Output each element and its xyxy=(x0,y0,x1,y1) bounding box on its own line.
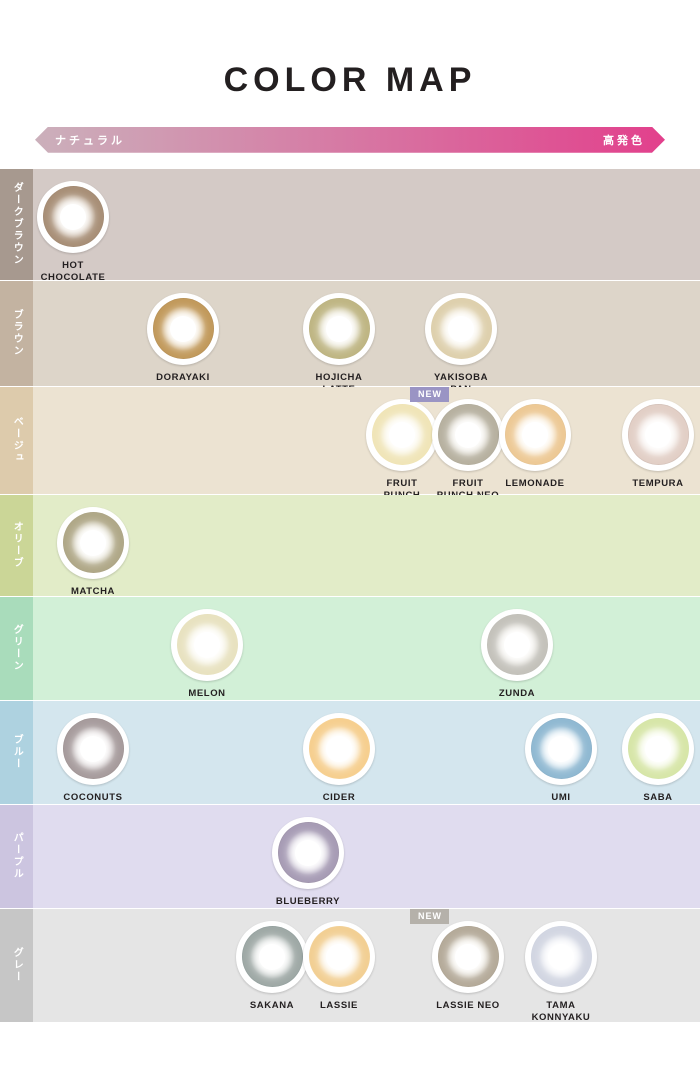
color-row: パープル BLUEBERRY JAM xyxy=(0,804,700,919)
lens-thumbnail[interactable] xyxy=(303,292,375,365)
lens-thumbnail[interactable] xyxy=(499,398,571,471)
lens-item[interactable]: ZUNDA MOCHI xyxy=(465,608,569,712)
lens-iris-icon xyxy=(530,718,592,780)
lens-thumbnail[interactable] xyxy=(57,712,129,785)
lens-name: LASSIE xyxy=(320,999,358,1011)
lens-thumbnail[interactable] xyxy=(525,712,597,785)
lens-thumbnail[interactable] xyxy=(303,920,375,993)
color-row: ダークブラウン HOT CHOCOLATE xyxy=(0,168,700,283)
lens-item[interactable]: LASSIE xyxy=(287,920,391,1012)
lens-iris-icon xyxy=(308,298,370,360)
page-title: COLOR MAP xyxy=(223,60,477,99)
row-label-4: グリーン xyxy=(0,596,33,700)
lens-thumbnail[interactable]: NEW xyxy=(410,908,504,993)
lens-iris-icon xyxy=(62,718,124,780)
row-body: SAKANA LASSIE NEW LASSIE NEO TAMA KONNYAKU xyxy=(33,908,700,1024)
lens-item[interactable]: TEMPURA xyxy=(606,398,700,490)
lens-iris-icon xyxy=(62,512,124,574)
row-body: BLUEBERRY JAM xyxy=(33,804,700,919)
lens-thumbnail[interactable] xyxy=(37,180,109,253)
lens-item[interactable]: CIDER xyxy=(287,712,391,804)
lens-thumbnail[interactable] xyxy=(622,398,694,471)
lens-name: UMI xyxy=(551,791,571,803)
color-row: ブラウン DORAYAKI HOJICHA LATTEYAKISOBA PAN xyxy=(0,280,700,395)
color-row: ベージュFRUIT PUNCHNEWFRUIT PUNCH NEOLEMONAD… xyxy=(0,386,700,501)
lens-iris-icon xyxy=(176,614,238,676)
lens-iris-icon xyxy=(530,926,592,988)
lens-item[interactable]: HOJICHA LATTE xyxy=(287,292,391,396)
lens-item[interactable]: MATCHA LATTE xyxy=(41,506,145,610)
row-label-7: グレー xyxy=(0,908,33,1022)
lens-iris-icon xyxy=(627,404,689,466)
lens-thumbnail[interactable] xyxy=(481,608,553,681)
color-row: グレー SAKANA LASSIE NEW LASSIE NEO TAMA KONNYAK… xyxy=(0,908,700,1024)
lens-item[interactable]: UMI xyxy=(509,712,613,804)
lens-thumbnail[interactable] xyxy=(272,816,344,889)
row-body: MELON PAN ZUNDA MOCHI xyxy=(33,596,700,711)
lens-thumbnail[interactable] xyxy=(171,608,243,681)
row-body: DORAYAKI HOJICHA LATTEYAKISOBA PAN xyxy=(33,280,700,395)
new-badge: NEW xyxy=(410,386,449,403)
lens-name: CIDER xyxy=(322,791,356,803)
lens-iris-icon xyxy=(430,298,492,360)
row-label-5: ブルー xyxy=(0,700,33,804)
lens-name: LASSIE NEO xyxy=(436,999,500,1011)
lens-item[interactable]: BLUEBERRY JAM xyxy=(256,816,360,920)
lens-name: DORAYAKI xyxy=(156,371,210,383)
row-label-3: オリーブ xyxy=(0,494,33,596)
lens-name: COCONUTS xyxy=(63,791,123,803)
lens-thumbnail[interactable] xyxy=(303,712,375,785)
lens-item[interactable]: TAMA KONNYAKU xyxy=(509,920,613,1024)
lens-iris-icon xyxy=(504,404,566,466)
color-row: グリーン MELON PAN ZUNDA MOCHI xyxy=(0,596,700,711)
lens-item[interactable]: YAKISOBA PAN xyxy=(409,292,513,396)
scale-left-label: ナチュラル xyxy=(55,134,125,147)
new-badge: NEW xyxy=(410,908,449,925)
lens-iris-icon xyxy=(308,926,370,988)
color-row: ブルー COCONUTS CIDER UMI SABA TEISHOKU xyxy=(0,700,700,815)
lens-thumbnail[interactable] xyxy=(147,292,219,365)
color-row: オリーブMATCHA LATTE xyxy=(0,494,700,609)
lens-iris-icon xyxy=(486,614,548,676)
lens-item[interactable]: NEW LASSIE NEO xyxy=(410,908,520,1012)
row-body: HOT CHOCOLATE xyxy=(33,168,700,283)
row-label-6: パープル xyxy=(0,804,33,908)
lens-name: TEMPURA xyxy=(632,477,684,489)
lens-iris-icon xyxy=(627,718,689,780)
lens-iris-icon xyxy=(152,298,214,360)
row-body: COCONUTS CIDER UMI SABA TEISHOKU xyxy=(33,700,700,815)
row-body: MATCHA LATTE xyxy=(33,494,700,609)
lens-item[interactable]: SABA TEISHOKU xyxy=(606,712,700,816)
lens-iris-icon xyxy=(277,822,339,884)
row-label-1: ブラウン xyxy=(0,280,33,386)
row-body: FRUIT PUNCHNEWFRUIT PUNCH NEOLEMONADETEM… xyxy=(33,386,700,501)
row-label-2: ベージュ xyxy=(0,386,33,494)
lens-item[interactable]: LEMONADE xyxy=(483,398,587,490)
lens-thumbnail[interactable] xyxy=(57,506,129,579)
color-scale-bar: ナチュラル 高発色 xyxy=(0,127,700,153)
lens-name: TAMA KONNYAKU xyxy=(531,999,591,1023)
color-grid: ダークブラウン HOT CHOCOLATE ブラウン DORAYAKI HOJICHA … xyxy=(0,168,700,1024)
scale-right-label: 高発色 xyxy=(603,134,645,147)
lens-iris-icon xyxy=(308,718,370,780)
lens-thumbnail[interactable] xyxy=(622,712,694,785)
lens-item[interactable]: MELON PAN xyxy=(155,608,259,712)
lens-name: LEMONADE xyxy=(505,477,565,489)
lens-iris-icon xyxy=(437,926,499,988)
lens-iris-icon xyxy=(42,186,104,248)
lens-thumbnail[interactable] xyxy=(425,292,497,365)
lens-item[interactable]: DORAYAKI xyxy=(131,292,235,384)
color-map-page: COLOR MAP ナチュラル 高発色 ダークブラウン HOT CHOCOLATE… xyxy=(0,22,700,1068)
lens-item[interactable]: COCONUTS xyxy=(41,712,145,804)
gradient-arrow: ナチュラル 高発色 xyxy=(35,127,665,153)
lens-thumbnail[interactable] xyxy=(525,920,597,993)
lens-item[interactable]: HOT CHOCOLATE xyxy=(21,180,125,284)
